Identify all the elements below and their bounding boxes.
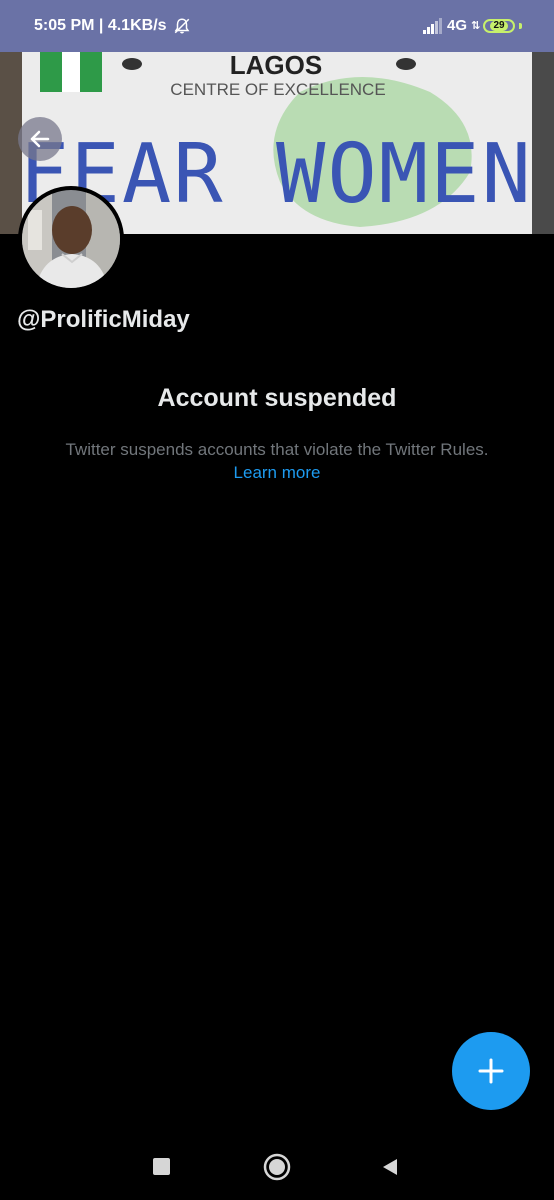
- recents-square-icon[interactable]: [153, 1158, 170, 1175]
- network-label: 4G: [446, 17, 467, 34]
- plate-top-text: LAGOS: [230, 52, 322, 80]
- signal-icon: [422, 18, 442, 34]
- bell-off-icon: [174, 18, 189, 34]
- profile-handle: @ProlificMiday: [17, 306, 190, 333]
- back-triangle-icon[interactable]: [380, 1157, 400, 1177]
- back-button[interactable]: [18, 117, 62, 161]
- avatar[interactable]: [18, 186, 124, 292]
- plus-icon: [478, 1058, 504, 1084]
- learn-more-link[interactable]: Learn more: [234, 463, 321, 482]
- battery-icon: 29: [483, 19, 515, 33]
- learn-more-row: Learn more: [0, 463, 554, 483]
- status-left: 5:05 PM | 4.1KB/s: [34, 0, 191, 52]
- system-nav-bar: [0, 1130, 554, 1200]
- status-right: 4G ⇅ 29: [422, 0, 522, 52]
- compose-fab-button[interactable]: [452, 1032, 530, 1110]
- status-bar: 5:05 PM | 4.1KB/s 4G ⇅ 29: [0, 0, 554, 52]
- arrow-left-icon: [30, 130, 50, 148]
- plate-sub-text: CENTRE OF EXCELLENCE: [170, 80, 385, 99]
- suspended-description: Twitter suspends accounts that violate t…: [65, 440, 489, 459]
- home-circle-icon[interactable]: [263, 1153, 291, 1181]
- battery-tip: [519, 23, 522, 29]
- avatar-image: [22, 190, 120, 288]
- data-arrows-icon: ⇅: [471, 19, 481, 32]
- suspended-title: Account suspended: [157, 384, 397, 412]
- battery-level: 29: [490, 21, 508, 31]
- status-time-speed: 5:05 PM | 4.1KB/s: [34, 17, 167, 34]
